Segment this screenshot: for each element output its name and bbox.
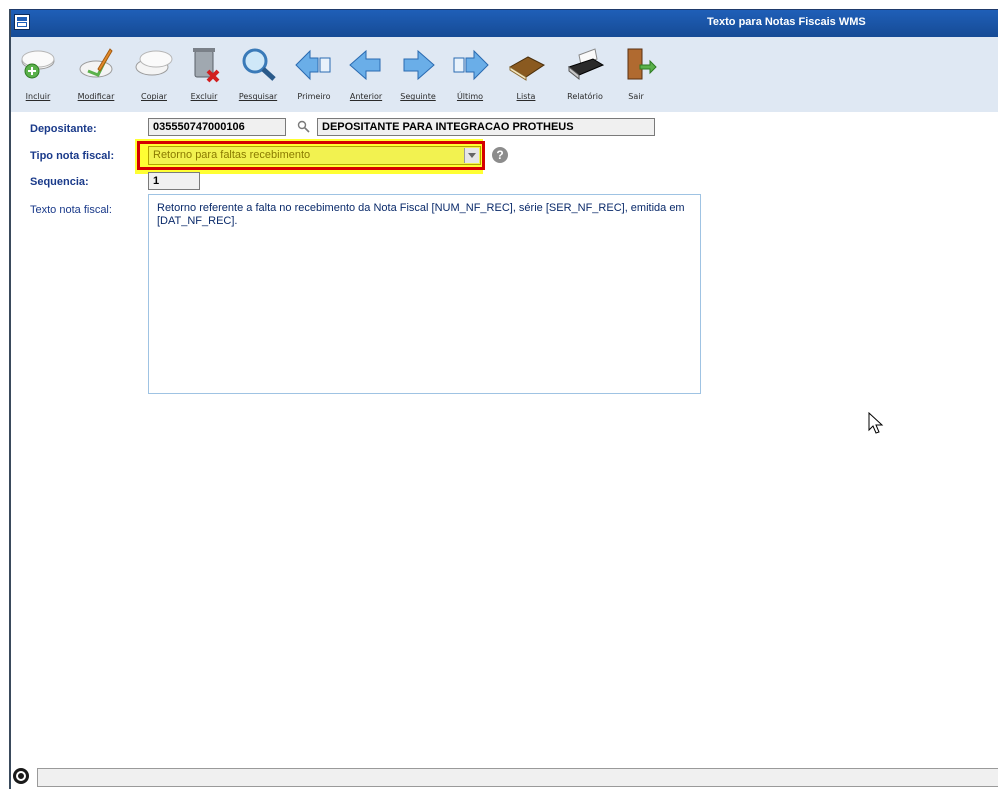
anterior-button[interactable]: Anterior — [344, 37, 388, 110]
window-menu-icon[interactable] — [14, 14, 30, 30]
status-message-field — [37, 768, 998, 787]
ultimo-button[interactable]: Último — [448, 37, 492, 110]
incluir-button[interactable]: Incluir — [16, 37, 60, 110]
depositante-code-input[interactable]: 035550747000106 — [148, 118, 286, 136]
list-icon — [509, 56, 545, 81]
status-icon — [13, 768, 29, 784]
title-bar: Texto para Notas Fiscais WMS — [11, 10, 998, 37]
texto-nota-textarea[interactable]: Retorno referente a falta no recebimento… — [148, 194, 701, 394]
lista-button[interactable]: Lista — [504, 37, 548, 110]
main-window: Texto para Notas Fiscais WMS Incluir Mod… — [9, 9, 998, 790]
lista-label: Lista — [516, 92, 536, 101]
incluir-label: Incluir — [25, 92, 51, 101]
sair-button[interactable]: Sair — [616, 37, 657, 110]
depositante-lookup-icon[interactable] — [297, 120, 311, 134]
pesquisar-button[interactable]: Pesquisar — [232, 37, 284, 110]
tipo-nota-select[interactable]: Retorno para faltas recebimento — [148, 146, 481, 165]
seguinte-button[interactable]: Seguinte — [394, 37, 442, 110]
relatorio-label: Relatório — [567, 92, 603, 101]
window-title: Texto para Notas Fiscais WMS — [707, 16, 866, 28]
tipo-nota-label: Tipo nota fiscal: — [30, 150, 115, 162]
edit-icon — [79, 48, 113, 78]
exit-icon — [627, 48, 657, 80]
tipo-nota-value: Retorno para faltas recebimento — [153, 149, 311, 161]
copiar-button[interactable]: Copiar — [132, 37, 176, 110]
copy-icon — [135, 50, 173, 76]
last-icon — [453, 49, 489, 81]
mouse-cursor-icon — [868, 412, 884, 434]
toolbar: Incluir Modificar Copiar Excluir Pesquis… — [11, 37, 998, 112]
status-bar — [11, 765, 998, 790]
modificar-label: Modificar — [77, 92, 115, 101]
delete-icon — [193, 48, 220, 83]
excluir-label: Excluir — [190, 92, 218, 101]
sequencia-input[interactable]: 1 — [148, 172, 200, 190]
ultimo-label: Último — [456, 92, 484, 101]
sair-label: Sair — [628, 92, 644, 101]
depositante-label: Depositante: — [30, 123, 97, 135]
dropdown-arrow-icon[interactable] — [464, 148, 479, 163]
add-icon — [21, 50, 55, 79]
anterior-label: Anterior — [349, 92, 383, 101]
copiar-label: Copiar — [141, 92, 167, 101]
modificar-button[interactable]: Modificar — [66, 37, 126, 110]
pesquisar-label: Pesquisar — [238, 92, 278, 101]
report-icon — [567, 48, 605, 81]
depositante-name-field: DEPOSITANTE PARA INTEGRACAO PROTHEUS — [317, 118, 655, 136]
texto-nota-label: Texto nota fiscal: — [30, 204, 112, 216]
relatorio-button[interactable]: Relatório — [560, 37, 610, 110]
primeiro-button[interactable]: Primeiro — [290, 37, 338, 110]
sequencia-label: Sequencia: — [30, 176, 89, 188]
previous-icon — [349, 49, 381, 81]
search-icon — [242, 48, 276, 81]
next-icon — [403, 49, 435, 81]
excluir-button[interactable]: Excluir — [182, 37, 226, 110]
seguinte-label: Seguinte — [400, 92, 436, 101]
help-icon[interactable]: ? — [492, 147, 508, 163]
first-icon — [295, 49, 331, 81]
primeiro-label: Primeiro — [297, 92, 331, 101]
